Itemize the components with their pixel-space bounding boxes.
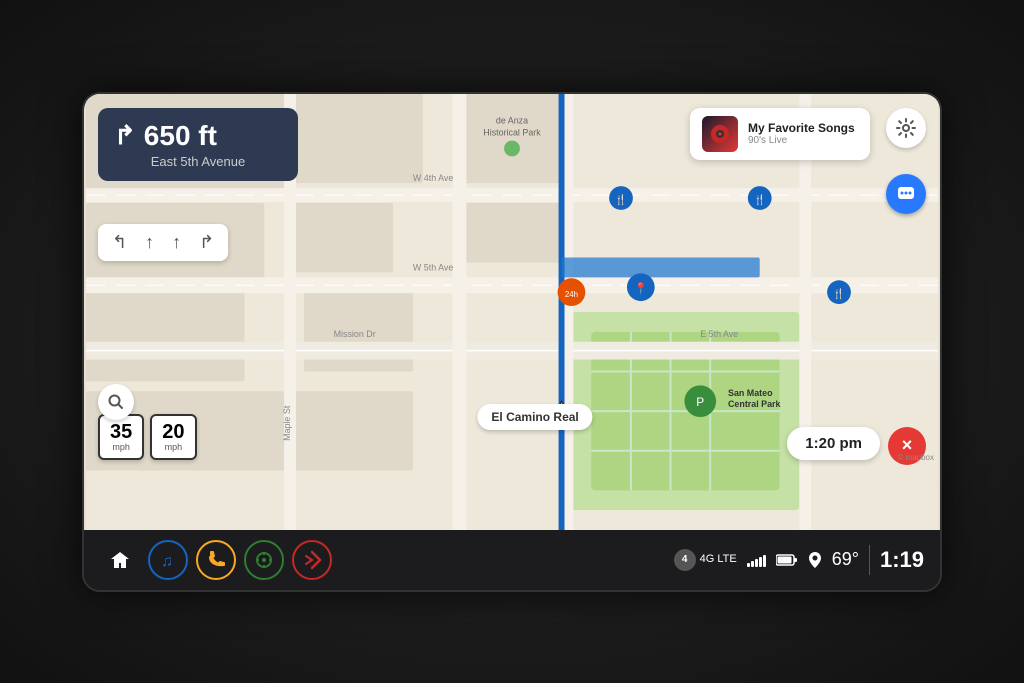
status-right: 4 4G LTE [674, 545, 924, 575]
status-bar: ♫ [84, 530, 940, 590]
infotainment-screen: Maple St W 4th Ave W 5th Ave E 5th Ave M… [82, 92, 942, 592]
mapbox-credit: © mapbox [897, 453, 934, 462]
svg-text:🍴: 🍴 [754, 194, 766, 206]
settings-button[interactable] [886, 108, 926, 148]
speed-group: 35 mph 20 mph [98, 414, 197, 460]
navigation-button[interactable] [244, 540, 284, 580]
signal-bar-1 [747, 563, 750, 567]
apps-button[interactable] [292, 540, 332, 580]
eta-box: 1:20 pm [787, 427, 880, 460]
current-speed-unit: mph [110, 442, 132, 452]
chat-icon [896, 184, 916, 204]
music-thumb-icon [710, 124, 730, 144]
crosshair-icon [254, 550, 274, 570]
signal-bars [747, 553, 766, 567]
svg-text:W 5th Ave: W 5th Ave [413, 262, 453, 272]
bottom-nav-icons: ♫ [100, 540, 332, 580]
battery-icon [776, 554, 798, 566]
turn-indicators-panel: ↰ ↑ ↑ ↱ [98, 224, 228, 261]
svg-text:P: P [696, 395, 704, 409]
svg-text:Central Park: Central Park [728, 399, 781, 409]
music-thumbnail [702, 116, 738, 152]
network-group: 4 4G LTE [674, 549, 737, 571]
signal-bar-2 [751, 561, 754, 567]
location-pin-icon [808, 552, 822, 568]
status-divider [869, 545, 870, 575]
speed-limit-box: 20 mph [150, 414, 196, 460]
home-icon [109, 549, 131, 571]
speed-limit-value: 20 [162, 422, 184, 442]
svg-text:Mission Dr: Mission Dr [334, 328, 376, 338]
music-button[interactable]: ♫ [148, 540, 188, 580]
music-subtitle: 90's Live [748, 135, 858, 146]
clock-display: 1:19 [880, 547, 924, 573]
gear-icon [896, 118, 916, 138]
svg-text:San Mateo: San Mateo [728, 388, 773, 398]
search-button[interactable] [98, 384, 134, 420]
temperature-display: 69° [832, 549, 859, 570]
nav-instruction-panel: ↱ 650 ft East 5th Avenue [98, 108, 298, 181]
apps-icon [302, 550, 322, 570]
svg-text:🍴: 🍴 [833, 288, 845, 300]
signal-bar-5 [763, 555, 766, 567]
svg-text:Historical Park: Historical Park [483, 127, 541, 137]
chat-button[interactable] [886, 174, 926, 214]
nav-street-name: East 5th Avenue [114, 154, 282, 169]
location-name: El Camino Real [491, 410, 578, 424]
current-speed-value: 35 [110, 422, 132, 442]
svg-text:de Anza: de Anza [496, 115, 528, 125]
svg-text:📍: 📍 [634, 282, 648, 295]
svg-text:♫: ♫ [161, 553, 173, 570]
network-number: 4 [674, 549, 696, 571]
turn-left-icon: ↰ [112, 232, 127, 253]
home-button[interactable] [100, 540, 140, 580]
nav-distance-text: 650 ft [144, 120, 217, 152]
svg-text:Maple St: Maple St [282, 405, 292, 441]
turn-straight2-icon: ↑ [172, 232, 181, 253]
nav-distance: ↱ 650 ft [114, 120, 282, 152]
music-title: My Favorite Songs [748, 121, 858, 135]
network-type: 4G LTE [700, 553, 737, 566]
car-frame: Maple St W 4th Ave W 5th Ave E 5th Ave M… [0, 0, 1024, 683]
map-area: Maple St W 4th Ave W 5th Ave E 5th Ave M… [84, 94, 940, 530]
location-label: El Camino Real [477, 404, 592, 430]
svg-text:E 5th Ave: E 5th Ave [700, 328, 738, 338]
svg-text:🍴: 🍴 [615, 194, 627, 206]
turn-straight-icon: ↑ [145, 232, 154, 253]
eta-time: 1:20 pm [805, 435, 862, 452]
svg-text:24h: 24h [565, 290, 578, 299]
phone-icon [206, 550, 226, 570]
turn-arrow-icon: ↱ [114, 120, 136, 151]
music-card[interactable]: My Favorite Songs 90's Live [690, 108, 870, 160]
svg-text:W 4th Ave: W 4th Ave [413, 173, 453, 183]
signal-bar-3 [755, 559, 758, 567]
music-note-icon: ♫ [158, 550, 178, 570]
search-icon [108, 394, 124, 410]
signal-bar-4 [759, 557, 762, 567]
turn-right-icon: ↱ [199, 232, 214, 253]
phone-button[interactable] [196, 540, 236, 580]
speed-limit-unit: mph [162, 442, 184, 452]
music-info: My Favorite Songs 90's Live [748, 121, 858, 146]
current-speed-box: 35 mph [98, 414, 144, 460]
